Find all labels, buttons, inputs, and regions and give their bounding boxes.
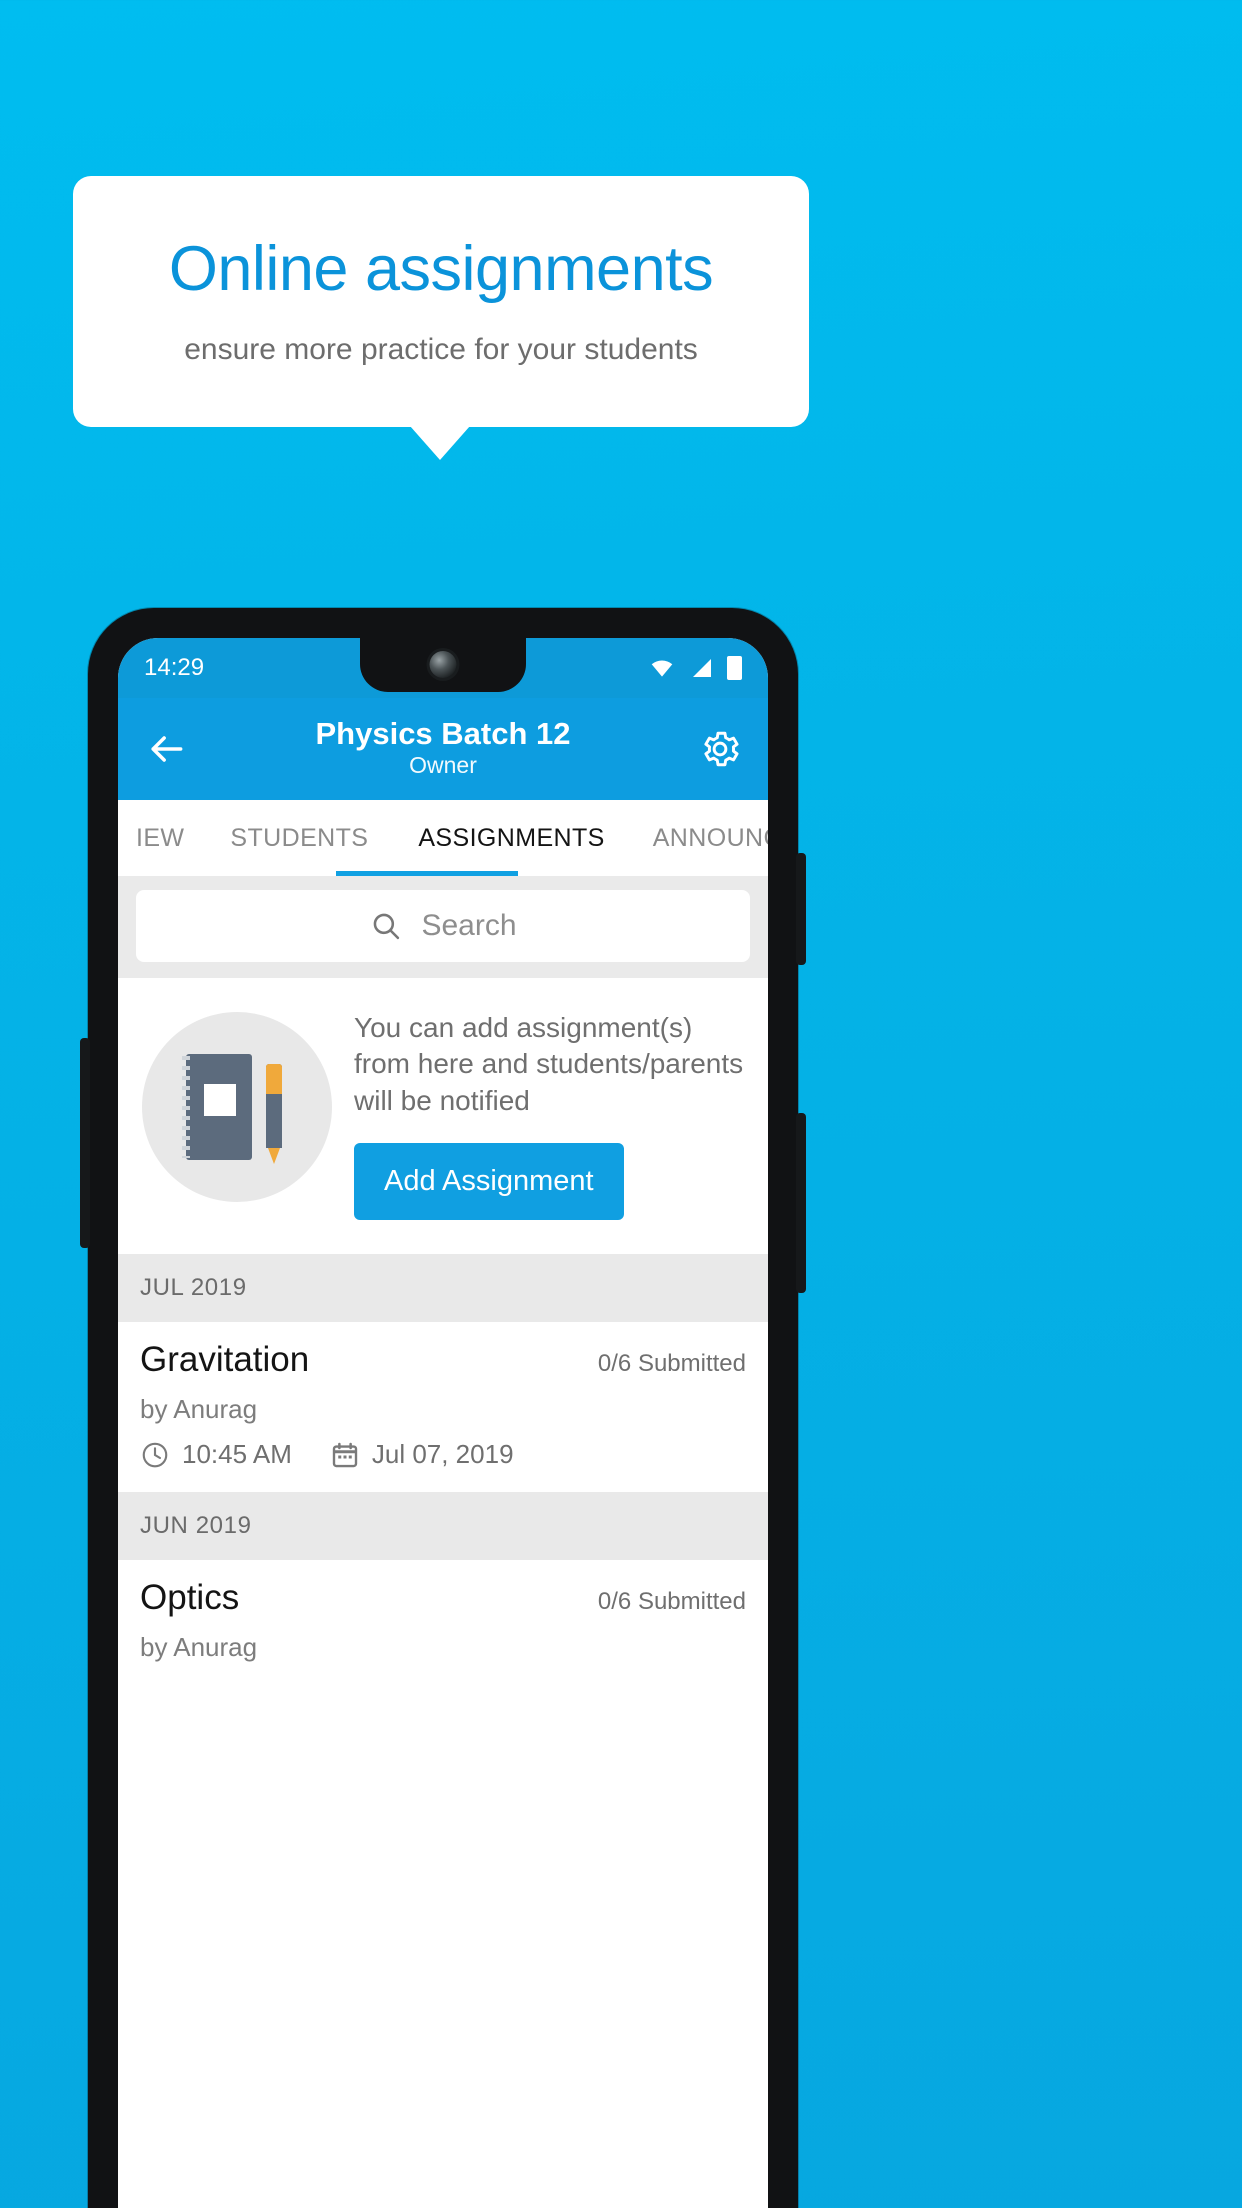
assignment-author: by Anurag [140, 1632, 258, 1663]
battery-icon [727, 656, 742, 680]
pen-band-shape [266, 1064, 282, 1094]
status-bar-time: 14:29 [144, 654, 205, 681]
empty-state-text: You can add assignment(s) from here and … [354, 1012, 744, 1116]
phone-screen: 14:29 Physics Batch 12 Owner IEW STUDENT… [118, 638, 768, 2208]
front-camera-icon [429, 651, 457, 678]
page-title: Physics Batch 12 [315, 715, 571, 751]
section-header-jun: JUN 2019 [118, 1492, 768, 1561]
status-bar-icons [649, 656, 742, 680]
search-bar-container: Search [118, 876, 768, 978]
back-arrow-icon[interactable] [144, 727, 188, 771]
calendar-icon [332, 1442, 358, 1467]
search-icon [374, 913, 400, 940]
assignment-row-top: Gravitation 0/6 Submitted [140, 1340, 746, 1380]
assignment-row-gravitation[interactable]: Gravitation 0/6 Submitted by Anurag 10:4… [118, 1322, 768, 1493]
gear-icon[interactable] [698, 727, 742, 771]
phone-notch [360, 638, 526, 692]
notebook-page-shape [204, 1084, 236, 1116]
assignment-title: Gravitation [140, 1340, 310, 1380]
search-placeholder: Search [421, 909, 517, 942]
wifi-icon [651, 660, 673, 677]
promo-title: Online assignments [168, 234, 714, 305]
add-assignment-button[interactable]: Add Assignment [354, 1143, 624, 1221]
assignment-author: by Anurag [140, 1394, 258, 1425]
tab-students[interactable]: STUDENTS [230, 800, 368, 876]
notebook-pen-icon [142, 1012, 332, 1202]
phone-button-power [796, 853, 806, 965]
empty-state-card: You can add assignment(s) from here and … [118, 978, 768, 1255]
assignment-title: Optics [140, 1578, 240, 1618]
assignment-row-top: Optics 0/6 Submitted [140, 1578, 746, 1618]
page-subtitle: Owner [409, 752, 477, 779]
assignment-date: Jul 07, 2019 [371, 1439, 514, 1470]
assignment-row-optics[interactable]: Optics 0/6 Submitted by Anurag [118, 1560, 768, 1686]
promo-subtitle: ensure more practice for your students [184, 332, 698, 366]
tab-bar: IEW STUDENTS ASSIGNMENTS ANNOUNCEM [118, 800, 768, 876]
assignment-submitted-count: 0/6 Submitted [597, 1350, 746, 1378]
tab-assignments[interactable]: ASSIGNMENTS [418, 800, 604, 876]
search-input[interactable]: Search [136, 890, 750, 962]
tab-active-indicator [336, 871, 518, 876]
pen-tip-shape [268, 1148, 280, 1164]
promo-callout-card: Online assignments ensure more practice … [73, 176, 809, 427]
assignment-meta: 10:45 AM Jul 07, 2019 [140, 1439, 746, 1470]
section-header-jul: JUL 2019 [118, 1254, 768, 1323]
tab-announcements[interactable]: ANNOUNCEM [653, 800, 768, 876]
notebook-rings-shape [182, 1056, 190, 1158]
promo-callout-tail [410, 426, 470, 460]
clock-icon [142, 1442, 168, 1467]
status-bar: 14:29 [118, 638, 768, 698]
empty-state-body: You can add assignment(s) from here and … [354, 1004, 748, 1221]
assignment-submitted-count: 0/6 Submitted [597, 1588, 746, 1616]
assignment-time: 10:45 AM [182, 1439, 292, 1470]
app-bar-title-group: Physics Batch 12 Owner [118, 715, 768, 782]
tab-overview[interactable]: IEW [136, 800, 184, 876]
phone-button-volume [796, 1113, 806, 1293]
app-bar: Physics Batch 12 Owner [118, 698, 768, 800]
signal-icon [693, 659, 711, 677]
phone-button-assistant [80, 1038, 90, 1248]
phone-mockup: 14:29 Physics Batch 12 Owner IEW STUDENT… [80, 608, 806, 2208]
